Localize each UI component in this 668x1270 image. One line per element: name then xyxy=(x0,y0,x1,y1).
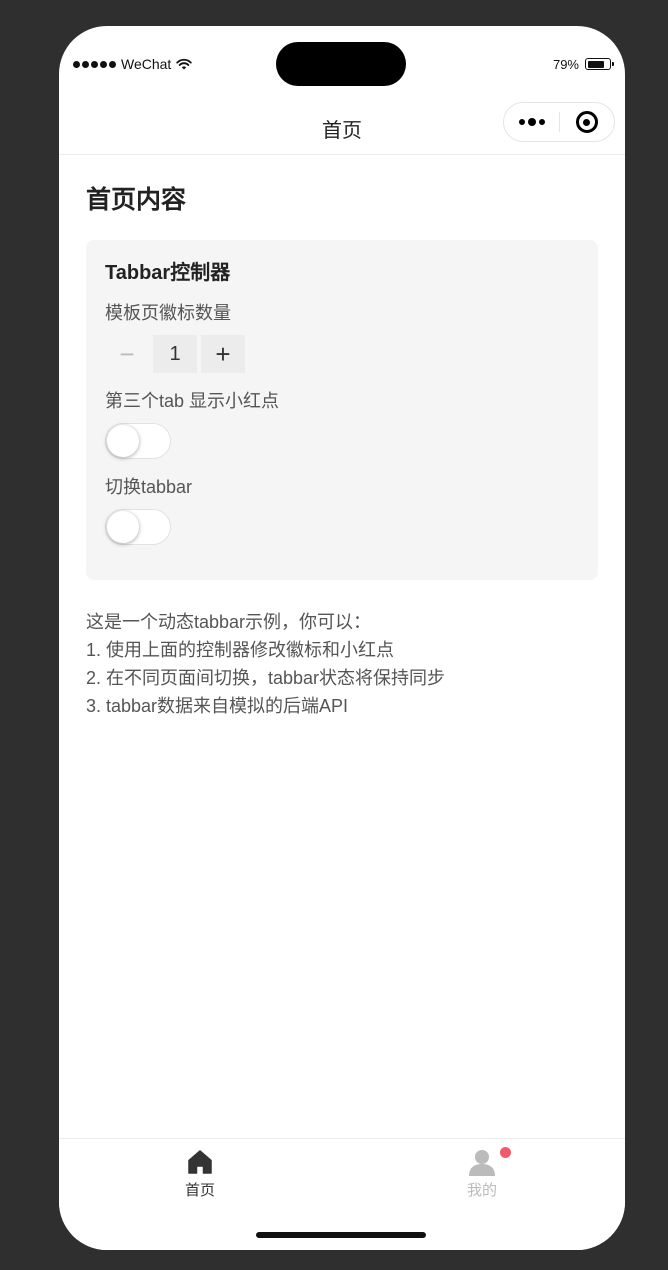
tab-home-label: 首页 xyxy=(184,1182,215,1199)
reddot-switch[interactable] xyxy=(105,423,171,459)
home-icon xyxy=(185,1147,215,1177)
more-dot xyxy=(527,118,536,126)
signal-dot xyxy=(82,60,89,68)
close-ring-center xyxy=(583,118,591,126)
signal-dot xyxy=(100,60,107,68)
switch-tabbar-label: 切换tabbar xyxy=(105,477,193,497)
signal-dot xyxy=(109,60,116,68)
page-title: 首页内容 xyxy=(86,186,187,214)
tab-home[interactable]: 首页 xyxy=(140,1147,260,1200)
more-dot xyxy=(518,119,525,125)
reddot-label: 第三个tab 显示小红点 xyxy=(105,391,280,411)
battery-percent: 79% xyxy=(552,56,579,72)
battery-icon xyxy=(585,58,614,70)
page-content: 首页内容 Tabbar控制器 模板页徽标数量 − 1 + 第三个tab 显示小红… xyxy=(86,156,598,720)
navigation-bar: 首页 xyxy=(59,98,625,155)
tab-reddot xyxy=(500,1147,511,1158)
description-line: 3. tabbar数据来自模拟的后端API xyxy=(86,696,349,716)
switch-knob xyxy=(107,511,139,543)
user-icon-svg xyxy=(469,1150,495,1176)
carrier-name: WeChat xyxy=(121,56,172,72)
description-line: 2. 在不同页面间切换，tabbar状态将保持同步 xyxy=(86,668,446,688)
stepper-value[interactable]: 1 xyxy=(153,335,197,373)
battery-fill xyxy=(587,60,605,68)
home-icon-svg xyxy=(188,1150,212,1174)
more-dots-icon[interactable] xyxy=(504,103,559,141)
controller-title: Tabbar控制器 xyxy=(105,262,231,284)
wifi-icon xyxy=(176,58,193,70)
signal-dot xyxy=(91,60,98,68)
user-icon xyxy=(467,1147,511,1177)
badge-count-label: 模板页徽标数量 xyxy=(105,303,231,323)
target-close-icon[interactable] xyxy=(560,103,614,141)
signal-indicator: WeChat xyxy=(73,54,193,74)
badge-count-stepper: − 1 + xyxy=(105,335,579,373)
status-bar: WeChat 79% xyxy=(73,54,614,74)
switch-tabbar-toggle[interactable] xyxy=(105,509,171,545)
tabbar-controller-card: Tabbar控制器 模板页徽标数量 − 1 + 第三个tab 显示小红点 切换t… xyxy=(86,240,598,580)
more-dot xyxy=(538,119,545,125)
phone-screen: WeChat 79% 首页 首页内容 Tabbar控制器 模板页徽标数量 − 1… xyxy=(59,26,625,1250)
close-ring xyxy=(575,111,598,133)
stepper-plus-button[interactable]: + xyxy=(201,335,245,373)
description-line: 1. 使用上面的控制器修改徽标和小红点 xyxy=(86,640,395,660)
description-line: 这是一个动态tabbar示例，你可以： xyxy=(86,612,372,632)
tab-mine[interactable]: 我的 xyxy=(422,1147,542,1200)
description: 这是一个动态tabbar示例，你可以： 1. 使用上面的控制器修改徽标和小红点 … xyxy=(86,608,598,720)
signal-dots-icon xyxy=(73,60,80,68)
home-indicator xyxy=(256,1232,426,1238)
stepper-minus-button[interactable]: − xyxy=(105,335,149,373)
switch-knob xyxy=(107,425,139,457)
menu-capsule xyxy=(503,102,615,142)
battery-area: 79% xyxy=(552,54,614,74)
tab-mine-label: 我的 xyxy=(466,1182,497,1199)
